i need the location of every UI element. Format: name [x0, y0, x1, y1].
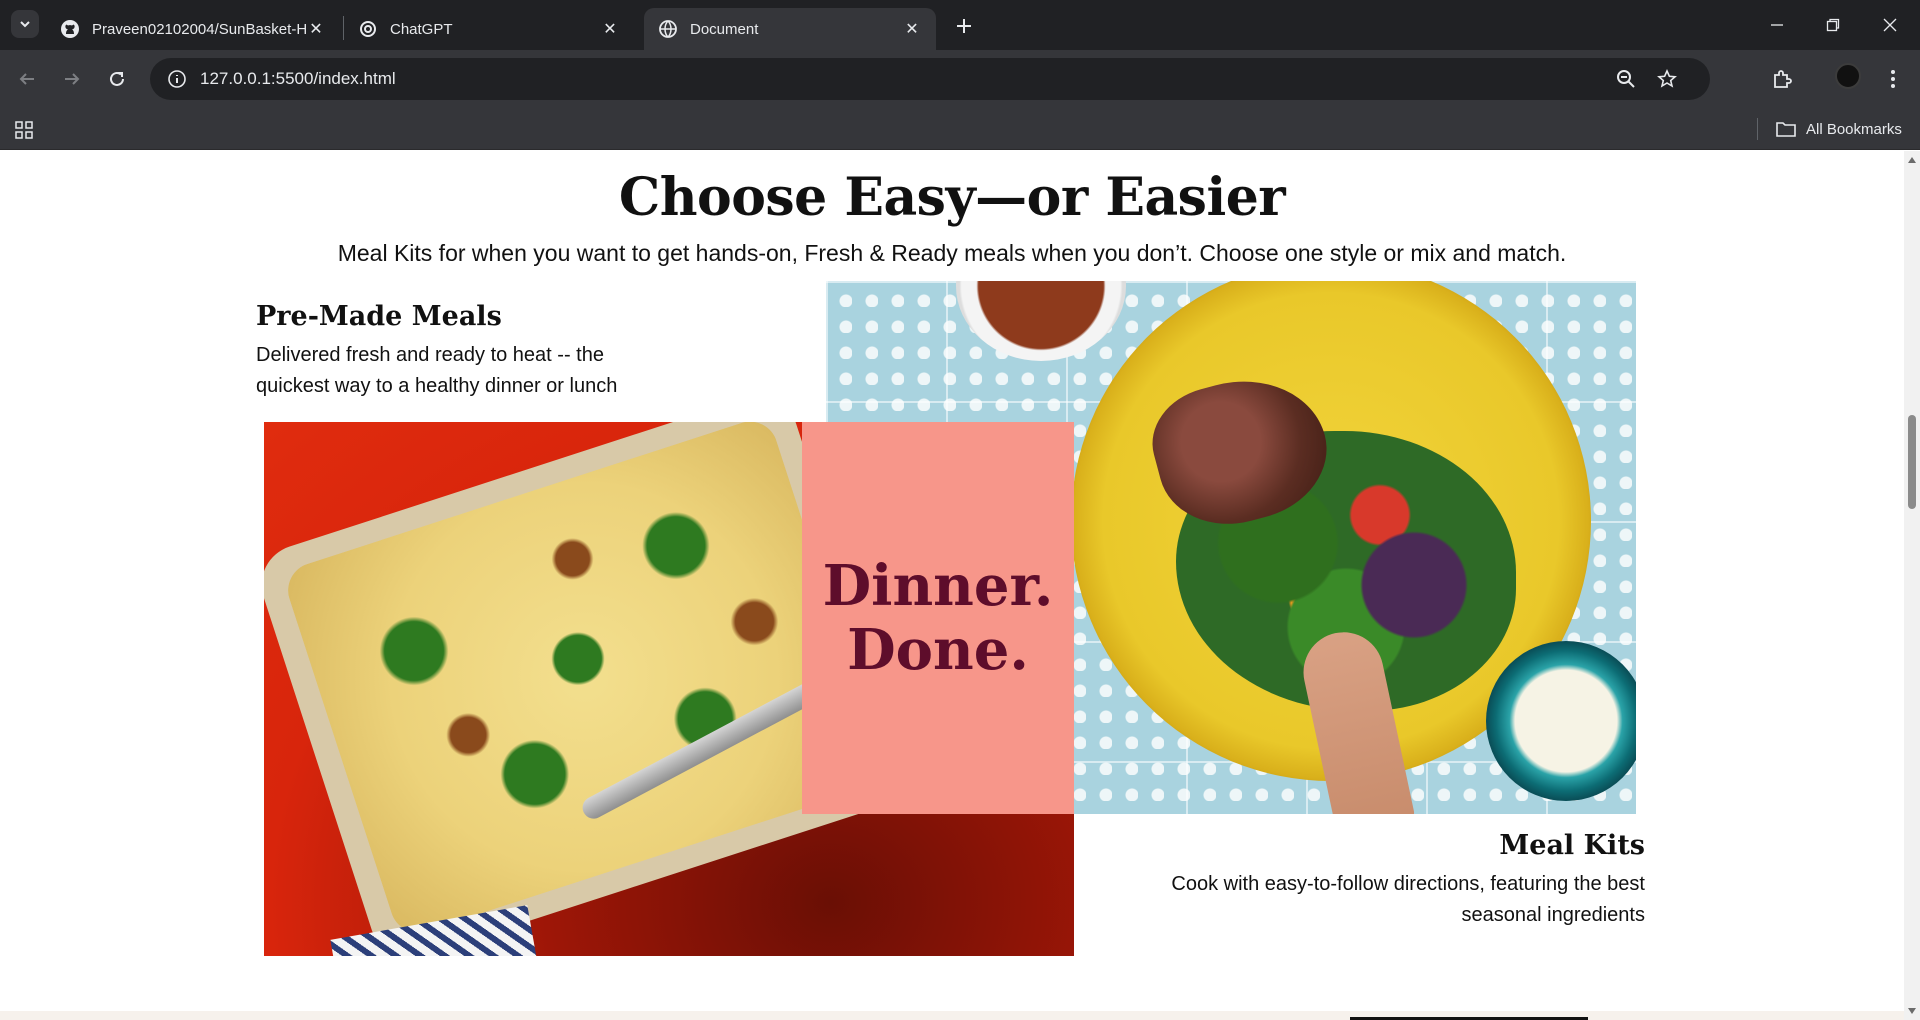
tab-document[interactable]: Document ✕ — [644, 8, 936, 50]
scroll-thumb[interactable] — [1908, 415, 1916, 509]
bookmarks-divider — [1757, 118, 1758, 140]
page-viewport: Choose Easy—or Easier Meal Kits for when… — [0, 151, 1904, 1020]
restore-button[interactable] — [1810, 0, 1856, 50]
next-section-edge — [0, 1011, 1904, 1020]
apps-grid-icon[interactable] — [12, 118, 36, 142]
pre-made-meals-description: Delivered fresh and ready to heat -- the… — [256, 344, 618, 397]
new-tab-button[interactable] — [950, 12, 978, 40]
minimize-icon — [1771, 24, 1783, 26]
browser-menu-button[interactable] — [1876, 62, 1910, 96]
page-scrollbar[interactable] — [1904, 151, 1920, 1020]
tab-title: Document — [690, 20, 759, 38]
chevron-down-icon — [20, 21, 30, 28]
close-icon[interactable]: ✕ — [600, 19, 620, 39]
tab-github[interactable]: Praveen02102004/SunBasket-H ✕ — [46, 8, 340, 50]
panel-line-2: Done. — [847, 617, 1029, 683]
close-icon — [1883, 18, 1897, 32]
arrow-right-icon — [65, 73, 80, 85]
tab-strip: Praveen02102004/SunBasket-H ✕ ChatGPT ✕ … — [0, 0, 1920, 50]
site-info-icon[interactable] — [156, 69, 198, 89]
page-title: Choose Easy—or Easier — [618, 167, 1286, 228]
browser-toolbar: 127.0.0.1:5500/index.html — [0, 50, 1920, 108]
chatgpt-icon — [358, 19, 378, 39]
pre-made-meals-heading: Pre-Made Meals — [256, 301, 502, 332]
close-window-button[interactable] — [1867, 0, 1913, 50]
plus-icon — [957, 19, 971, 33]
folder-icon — [1776, 122, 1796, 137]
globe-icon — [658, 19, 678, 39]
back-button[interactable] — [10, 62, 44, 96]
kebab-menu-icon — [1891, 70, 1895, 88]
meal-kits-heading: Meal Kits — [1499, 830, 1645, 861]
zoom-icon[interactable] — [1606, 58, 1646, 100]
tab-search-button[interactable] — [11, 10, 39, 38]
scroll-up-arrow-icon[interactable] — [1907, 155, 1917, 165]
forward-button[interactable] — [55, 62, 89, 96]
url-text: 127.0.0.1:5500/index.html — [200, 69, 396, 88]
github-icon — [60, 19, 80, 39]
scroll-down-arrow-icon[interactable] — [1907, 1006, 1917, 1016]
meal-kits-description: Cook with easy-to-follow directions, fea… — [1171, 873, 1645, 926]
profile-avatar[interactable] — [1835, 63, 1861, 89]
page-subtitle: Meal Kits for when you want to get hands… — [337, 240, 1567, 266]
dinner-done-panel: Dinner. Done. — [802, 422, 1074, 814]
reload-button[interactable] — [100, 62, 134, 96]
tab-title: Praveen02102004/SunBasket-H — [92, 20, 306, 38]
reload-icon — [110, 71, 124, 86]
panel-line-1: Dinner. — [822, 553, 1054, 619]
close-icon[interactable]: ✕ — [306, 19, 326, 39]
puzzle-icon — [1774, 70, 1792, 88]
minimize-button[interactable] — [1754, 0, 1800, 50]
address-bar[interactable]: 127.0.0.1:5500/index.html — [150, 58, 1710, 100]
tab-title: ChatGPT — [390, 20, 453, 38]
all-bookmarks-button[interactable]: All Bookmarks — [1776, 115, 1902, 143]
tab-chatgpt[interactable]: ChatGPT ✕ — [344, 8, 634, 50]
all-bookmarks-label: All Bookmarks — [1806, 120, 1902, 138]
extensions-button[interactable] — [1765, 62, 1799, 96]
bookmark-star-icon[interactable] — [1647, 58, 1687, 100]
arrow-left-icon — [19, 73, 34, 85]
restore-icon — [1826, 18, 1840, 32]
close-icon[interactable]: ✕ — [902, 19, 922, 39]
bookmarks-bar: All Bookmarks — [0, 108, 1920, 150]
